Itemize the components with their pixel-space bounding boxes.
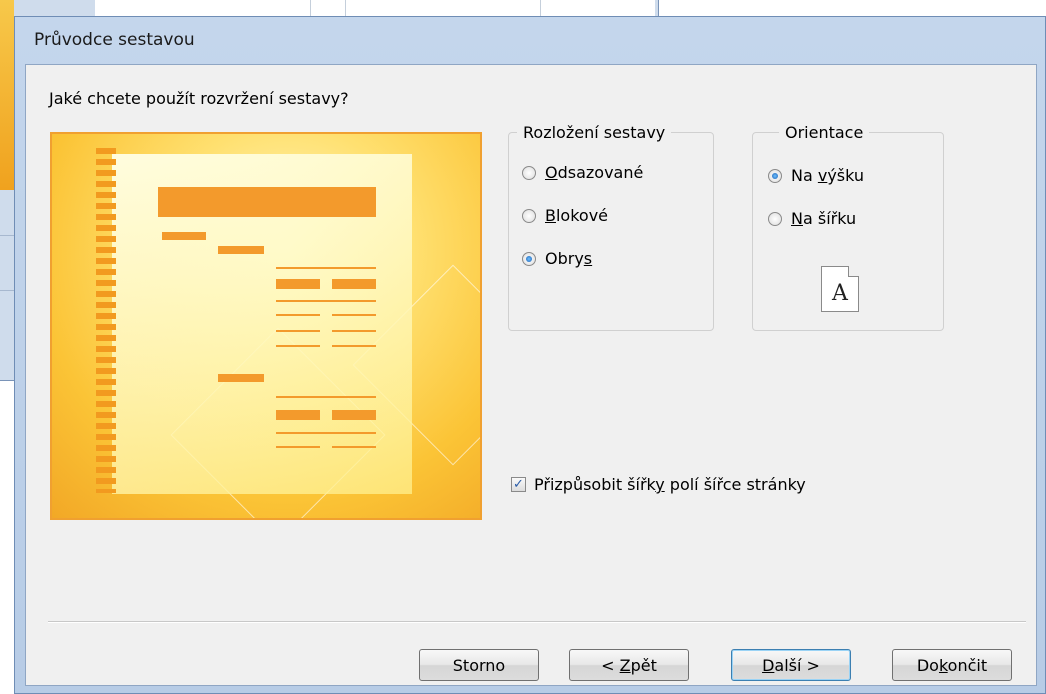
- preview-label-block: [218, 246, 264, 254]
- orientation-letter: A: [832, 281, 848, 306]
- fit-fields-label: Přizpůsobit šířky polí šířce stránky: [534, 475, 806, 494]
- background-row-line: [0, 235, 14, 236]
- finish-button-label: Dokončit: [916, 655, 988, 675]
- preview-rule-line: [276, 345, 320, 347]
- layout-preview-image: [50, 132, 482, 520]
- radio-indicator[interactable]: [522, 251, 536, 266]
- background-row-line: [0, 290, 14, 291]
- preview-rule-line: [276, 432, 376, 434]
- preview-rule-line: [332, 345, 376, 347]
- preview-spiral-binding: [96, 148, 116, 493]
- preview-label-block: [162, 232, 206, 240]
- preview-rule-line: [276, 300, 376, 302]
- page-orientation-icon: A: [821, 266, 859, 312]
- back-button-label: < Zpět: [601, 655, 657, 675]
- cancel-button[interactable]: Storno: [419, 649, 539, 681]
- finish-button[interactable]: Dokončit: [892, 649, 1012, 681]
- cancel-button-label: Storno: [452, 655, 506, 675]
- button-separator: [48, 621, 1026, 623]
- layout-question: Jaké chcete použít rozvržení sestavy?: [49, 89, 349, 108]
- preview-field-block: [276, 279, 320, 289]
- orientation-option-portrait[interactable]: Na výšku: [768, 166, 864, 185]
- layout-option-obrys[interactable]: Obrys: [522, 249, 592, 268]
- preview-rule-line: [332, 330, 376, 332]
- back-button[interactable]: < Zpět: [569, 649, 689, 681]
- radio-indicator[interactable]: [522, 165, 536, 180]
- radio-indicator[interactable]: [768, 211, 782, 226]
- preview-title-bar: [158, 187, 376, 217]
- layout-option-label: Blokové: [545, 206, 609, 225]
- layout-group: Rozložení sestavy: [508, 123, 714, 331]
- title-bar[interactable]: Průvodce sestavou: [15, 17, 1045, 63]
- preview-label-block: [218, 374, 264, 382]
- orientation-option-landscape[interactable]: Na šířku: [768, 209, 856, 228]
- fit-fields-checkbox-row[interactable]: ✓ Přizpůsobit šířky polí šířce stránky: [511, 475, 806, 494]
- layout-option-label: Odsazované: [545, 163, 644, 182]
- background-ribbon-strip: [0, 0, 14, 190]
- preview-field-block: [276, 410, 320, 420]
- orientation-option-label: Na výšku: [791, 166, 865, 185]
- radio-indicator[interactable]: [522, 208, 536, 223]
- preview-rule-line: [332, 446, 376, 448]
- next-button[interactable]: Další >: [731, 649, 851, 681]
- layout-option-label: Obrys: [545, 249, 593, 268]
- preview-rule-line: [276, 314, 320, 316]
- window-title: Průvodce sestavou: [34, 30, 195, 50]
- preview-field-block: [332, 410, 376, 420]
- fit-fields-checkbox[interactable]: ✓: [511, 477, 526, 492]
- preview-rule-line: [276, 446, 320, 448]
- radio-indicator[interactable]: [768, 168, 782, 183]
- report-wizard-dialog: Průvodce sestavou Jaké chcete použít roz…: [14, 16, 1046, 694]
- layout-option-blokove[interactable]: Blokové: [522, 206, 608, 225]
- preview-field-block: [332, 279, 376, 289]
- page-fold-icon: [848, 266, 859, 277]
- preview-rule-line: [276, 330, 320, 332]
- preview-rule-line: [332, 314, 376, 316]
- preview-rule-line: [276, 396, 376, 398]
- next-button-label: Další >: [762, 655, 820, 675]
- layout-group-legend: Rozložení sestavy: [523, 123, 666, 142]
- orientation-option-label: Na šířku: [791, 209, 857, 228]
- orientation-group-legend: Orientace: [785, 123, 864, 142]
- preview-rule-line: [276, 267, 376, 269]
- layout-option-odsazovane[interactable]: Odsazované: [522, 163, 643, 182]
- dialog-client-area: Jaké chcete použít rozvržení sestavy? Ro…: [25, 64, 1037, 686]
